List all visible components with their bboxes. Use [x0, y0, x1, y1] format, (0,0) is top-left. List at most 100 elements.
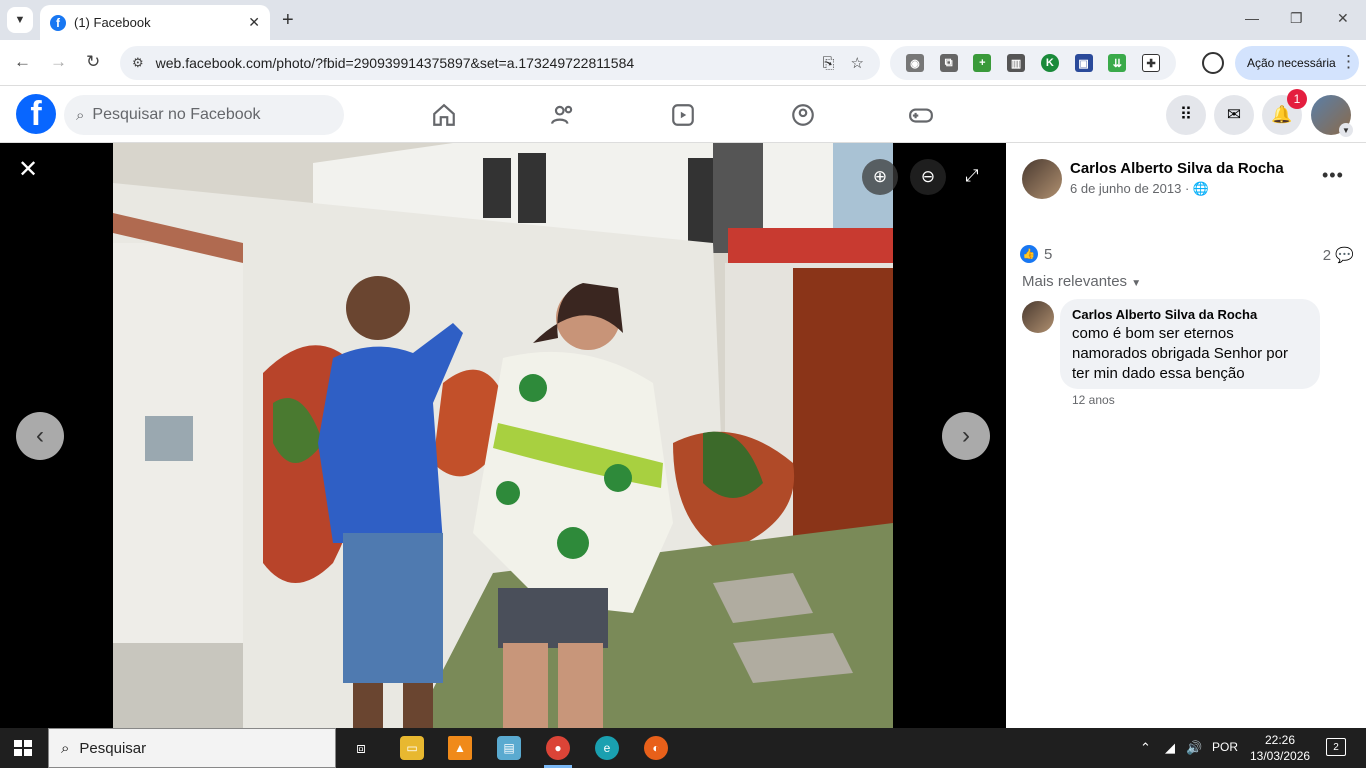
copy-extension-icon[interactable]: ⧉ — [939, 54, 958, 72]
browser-menu-icon[interactable]: ⋮ — [1340, 52, 1357, 72]
like-count[interactable]: 5 — [1044, 246, 1052, 263]
bookmark-star-icon[interactable]: ☆ — [851, 54, 864, 72]
photo-viewer: ✕ ⊕ ⊖ ⤢ ‹ › — [0, 143, 1006, 728]
add-extension-icon[interactable]: + — [973, 54, 992, 72]
url-text[interactable]: web.facebook.com/photo/?fbid=29093991437… — [156, 55, 823, 71]
photo — [113, 143, 893, 728]
reload-icon[interactable]: ↻ — [86, 52, 100, 72]
download-extension-icon[interactable]: ⇊ — [1108, 54, 1127, 72]
file-explorer-icon[interactable]: ▭ — [400, 736, 424, 760]
video-icon[interactable] — [670, 102, 696, 128]
extensions-group: ◉ ⧉ + ▥ K ▣ ⇊ ✚ — [890, 46, 1176, 80]
fullscreen-icon[interactable]: ⤢ — [965, 166, 979, 186]
browser-tab[interactable]: f (1) Facebook ✕ — [40, 5, 270, 40]
groups-icon[interactable] — [790, 102, 816, 128]
address-bar[interactable]: ⚙ web.facebook.com/photo/?fbid=290939914… — [120, 46, 880, 80]
tab-close-icon[interactable]: ✕ — [248, 14, 260, 31]
search-icon: ⌕ — [61, 739, 70, 757]
notification-center-icon[interactable]: 2 — [1326, 738, 1346, 756]
post-date[interactable]: 6 de junho de 2013 · 🌐 — [1070, 181, 1209, 197]
browser-profile-icon[interactable] — [1202, 52, 1224, 74]
zoom-in-icon: ⊕ — [872, 167, 888, 186]
close-viewer-icon[interactable]: ✕ — [18, 155, 38, 184]
like-reaction-icon[interactable]: 👍 — [1020, 245, 1038, 263]
chevron-down-icon: ▼ — [1339, 123, 1353, 137]
facebook-search-input[interactable]: ⌕ Pesquisar no Facebook — [64, 95, 344, 135]
k-extension-icon[interactable]: K — [1040, 54, 1059, 72]
menu-grid-button[interactable]: ⠿ — [1166, 95, 1206, 135]
comment-bubble-icon: 💬 — [1335, 247, 1354, 264]
save-extension-icon[interactable]: ▣ — [1074, 54, 1093, 72]
bell-icon: 🔔 — [1271, 105, 1293, 124]
public-globe-icon: 🌐 — [1192, 181, 1210, 196]
chrome-icon[interactable]: ● — [546, 736, 570, 760]
window-close-icon[interactable]: ✕ — [1337, 10, 1349, 27]
date-separator: · — [1184, 181, 1190, 196]
author-avatar[interactable] — [1022, 159, 1062, 199]
account-avatar[interactable]: ▼ — [1311, 95, 1353, 137]
home-icon[interactable] — [431, 102, 457, 128]
comment-count[interactable]: 2 💬 — [1323, 246, 1354, 264]
camera-extension-icon[interactable]: ◉ — [905, 54, 924, 72]
facebook-logo-icon[interactable]: f — [16, 94, 56, 134]
notes-app-icon[interactable]: ▤ — [497, 736, 521, 760]
site-info-icon[interactable]: ⚙ — [132, 55, 144, 71]
firefox-icon[interactable]: ◐ — [644, 736, 668, 760]
messenger-icon: ✉ — [1226, 105, 1242, 124]
windows-taskbar: ⌕ Pesquisar ⧈ ▭ ▲ ▤ ● e ◐ ⌃ ◢ 🔊 POR 22:2… — [0, 728, 1366, 768]
photo-image — [113, 143, 893, 728]
browser-toolbar: ← → ↻ ⚙ web.facebook.com/photo/?fbid=290… — [0, 40, 1366, 86]
chevron-down-icon: ▼ — [14, 14, 26, 26]
post-side-panel: Carlos Alberto Silva da Rocha 6 de junho… — [1006, 143, 1366, 728]
more-options-icon[interactable]: ••• — [1322, 165, 1344, 186]
grid-icon: ⠿ — [1179, 105, 1193, 124]
author-name[interactable]: Carlos Alberto Silva da Rocha — [1070, 160, 1284, 177]
vlc-icon[interactable]: ▲ — [448, 736, 472, 760]
post-date-text: 6 de junho de 2013 — [1070, 181, 1182, 196]
language-indicator[interactable]: POR — [1212, 740, 1238, 754]
taskbar-search-input[interactable]: ⌕ Pesquisar — [48, 728, 336, 768]
zoom-in-button[interactable]: ⊕ — [862, 159, 898, 195]
comment-avatar[interactable] — [1022, 301, 1054, 333]
chevron-left-icon: ‹ — [36, 422, 44, 449]
next-photo-button[interactable]: › — [942, 412, 990, 460]
trash-extension-icon[interactable]: ▥ — [1007, 54, 1026, 72]
taskbar-clock[interactable]: 22:26 13/03/2026 — [1250, 732, 1310, 764]
comment-count-text: 2 — [1322, 247, 1332, 264]
sort-label: Mais relevantes — [1022, 273, 1128, 290]
comment-sort-dropdown[interactable]: Mais relevantes ▼ — [1022, 273, 1141, 290]
notification-badge: 1 — [1287, 89, 1307, 109]
comment-text: como é bom ser eternos namorados obrigad… — [1072, 325, 1288, 382]
comment-bubble: Carlos Alberto Silva da Rocha como é bom… — [1060, 299, 1320, 389]
chevron-right-icon: › — [962, 422, 970, 449]
friends-icon[interactable] — [550, 102, 576, 128]
clock-date: 13/03/2026 — [1250, 749, 1311, 763]
restore-icon[interactable]: ❐ — [1290, 10, 1303, 27]
back-icon[interactable]: ← — [14, 52, 31, 72]
network-icon[interactable]: ◢ — [1165, 740, 1175, 756]
task-view-icon[interactable]: ⧈ — [349, 736, 373, 760]
windows-start-icon[interactable] — [14, 740, 32, 756]
previous-photo-button[interactable]: ‹ — [16, 412, 64, 460]
minimize-icon[interactable]: — — [1245, 10, 1259, 26]
clock-time: 22:26 — [1264, 733, 1296, 747]
install-app-icon[interactable]: ⎘ — [823, 55, 835, 72]
tab-search-button[interactable]: ▼ — [7, 7, 33, 33]
tray-chevron-up-icon[interactable]: ⌃ — [1140, 740, 1151, 756]
facebook-favicon-icon: f — [50, 14, 66, 31]
edge-icon[interactable]: e — [595, 736, 619, 760]
comment-author[interactable]: Carlos Alberto Silva da Rocha — [1072, 307, 1308, 322]
forward-icon[interactable]: → — [50, 52, 67, 72]
puzzle-extensions-icon[interactable]: ✚ — [1142, 54, 1161, 72]
volume-icon[interactable]: 🔊 — [1186, 740, 1202, 756]
gaming-icon[interactable] — [908, 102, 934, 128]
comment-time[interactable]: 12 anos — [1072, 393, 1115, 407]
facebook-header: f ⌕ Pesquisar no Facebook ⠿ ✉ 🔔 — [0, 86, 1366, 143]
browser-tab-strip: ▼ f (1) Facebook ✕ + — ❐ ✕ — [0, 0, 1366, 40]
taskbar-search-placeholder: Pesquisar — [79, 739, 147, 757]
chevron-down-icon: ▼ — [1131, 278, 1142, 289]
messenger-button[interactable]: ✉ — [1214, 95, 1254, 135]
zoom-out-button[interactable]: ⊖ — [910, 159, 946, 195]
zoom-out-icon: ⊖ — [920, 167, 936, 186]
new-tab-icon[interactable]: + — [282, 9, 294, 32]
